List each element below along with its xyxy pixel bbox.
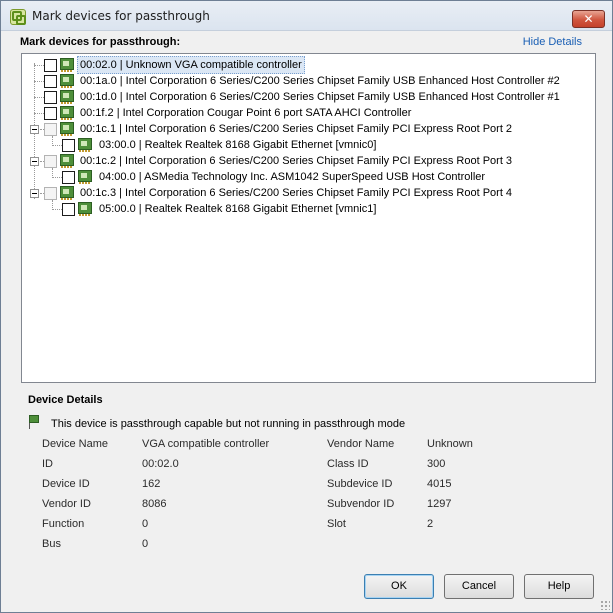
device-label: 00:1d.0 | Intel Corporation 6 Series/C20…: [80, 91, 560, 103]
ok-button[interactable]: OK: [364, 574, 434, 599]
device-tree[interactable]: 00:02.0 | Unknown VGA compatible control…: [21, 53, 596, 383]
device-checkbox[interactable]: [44, 91, 57, 104]
function-label: Function: [42, 518, 85, 530]
vendor-name-label: Vendor Name: [327, 438, 395, 450]
tree-row[interactable]: 00:1c.2 | Intel Corporation 6 Series/C20…: [22, 153, 592, 169]
device-list-header: Mark devices for passthrough:: [20, 36, 181, 48]
device-label: 00:1f.2 | Intel Corporation Cougar Point…: [80, 107, 412, 119]
id-value: 00:02.0: [142, 458, 179, 470]
device-checkbox[interactable]: [62, 203, 75, 216]
app-icon: [10, 9, 26, 25]
tree-row[interactable]: 00:1a.0 | Intel Corporation 6 Series/C20…: [22, 73, 592, 89]
device-label: 04:00.0 | ASMedia Technology Inc. ASM104…: [99, 171, 486, 183]
close-button[interactable]: ✕: [572, 10, 605, 28]
class-id-value: 300: [427, 458, 446, 470]
subvendor-id-label: Subvendor ID: [327, 498, 395, 510]
pci-device-icon: [60, 90, 74, 104]
device-checkbox[interactable]: [44, 123, 57, 136]
device-label: 05:00.0 | Realtek Realtek 8168 Gigabit E…: [99, 203, 377, 215]
vendor-name-value: Unknown: [427, 438, 473, 450]
cancel-button[interactable]: Cancel: [444, 574, 514, 599]
device-checkbox[interactable]: [44, 59, 57, 72]
resize-grip-icon[interactable]: [600, 600, 610, 610]
device-checkbox[interactable]: [44, 155, 57, 168]
hide-details-link[interactable]: Hide Details: [523, 36, 582, 48]
passthrough-flag-icon: [28, 415, 40, 429]
bus-label: Bus: [42, 538, 61, 550]
function-value: 0: [142, 518, 149, 530]
device-label: 00:1a.0 | Intel Corporation 6 Series/C20…: [80, 75, 560, 87]
tree-row[interactable]: 00:1f.2 | Intel Corporation Cougar Point…: [22, 105, 592, 121]
device-label: 03:00.0 | Realtek Realtek 8168 Gigabit E…: [99, 139, 377, 151]
device-name-value: VGA compatible controller: [142, 438, 270, 450]
pci-device-icon: [78, 170, 92, 184]
device-label: 00:1c.3 | Intel Corporation 6 Series/C20…: [80, 187, 513, 199]
collapse-toggle-icon[interactable]: [30, 125, 39, 134]
pci-device-icon: [60, 74, 74, 88]
tree-row[interactable]: 00:1d.0 | Intel Corporation 6 Series/C20…: [22, 89, 592, 105]
tree-row[interactable]: 04:00.0 | ASMedia Technology Inc. ASM104…: [22, 169, 592, 185]
slot-label: Slot: [327, 518, 346, 530]
tree-row[interactable]: 00:02.0 | Unknown VGA compatible control…: [22, 56, 592, 74]
vendor-id-label: Vendor ID: [42, 498, 91, 510]
title-bar[interactable]: Mark devices for passthrough ✕: [1, 1, 612, 31]
device-details-header: Device Details: [28, 394, 103, 406]
pci-device-icon: [78, 138, 92, 152]
window-title: Mark devices for passthrough: [32, 9, 210, 23]
collapse-toggle-icon[interactable]: [30, 157, 39, 166]
pci-device-icon: [60, 186, 74, 200]
device-label: 00:1c.1 | Intel Corporation 6 Series/C20…: [80, 123, 513, 135]
device-name-label: Device Name: [42, 438, 109, 450]
pci-device-icon: [78, 202, 92, 216]
pci-device-icon: [60, 154, 74, 168]
bus-value: 0: [142, 538, 149, 550]
device-checkbox[interactable]: [62, 171, 75, 184]
device-id-value: 162: [142, 478, 161, 490]
device-label: 00:02.0 | Unknown VGA compatible control…: [77, 56, 305, 74]
passthrough-dialog: Mark devices for passthrough ✕ Mark devi…: [0, 0, 613, 613]
id-label: ID: [42, 458, 53, 470]
tree-row[interactable]: 00:1c.3 | Intel Corporation 6 Series/C20…: [22, 185, 592, 201]
vendor-id-value: 8086: [142, 498, 167, 510]
tree-row[interactable]: 00:1c.1 | Intel Corporation 6 Series/C20…: [22, 121, 592, 137]
pci-device-icon: [60, 106, 74, 120]
subvendor-id-value: 1297: [427, 498, 452, 510]
subdevice-id-label: Subdevice ID: [327, 478, 393, 490]
device-checkbox[interactable]: [44, 107, 57, 120]
collapse-toggle-icon[interactable]: [30, 189, 39, 198]
device-checkbox[interactable]: [62, 139, 75, 152]
device-label: 00:1c.2 | Intel Corporation 6 Series/C20…: [80, 155, 513, 167]
class-id-label: Class ID: [327, 458, 369, 470]
device-checkbox[interactable]: [44, 75, 57, 88]
help-button[interactable]: Help: [524, 574, 594, 599]
subdevice-id-value: 4015: [427, 478, 452, 490]
tree-row[interactable]: 03:00.0 | Realtek Realtek 8168 Gigabit E…: [22, 137, 592, 153]
tree-row[interactable]: 05:00.0 | Realtek Realtek 8168 Gigabit E…: [22, 201, 592, 217]
pci-device-icon: [60, 58, 74, 72]
pci-device-icon: [60, 122, 74, 136]
passthrough-status-text: This device is passthrough capable but n…: [51, 418, 406, 430]
device-id-label: Device ID: [42, 478, 90, 490]
device-checkbox[interactable]: [44, 187, 57, 200]
slot-value: 2: [427, 518, 434, 530]
